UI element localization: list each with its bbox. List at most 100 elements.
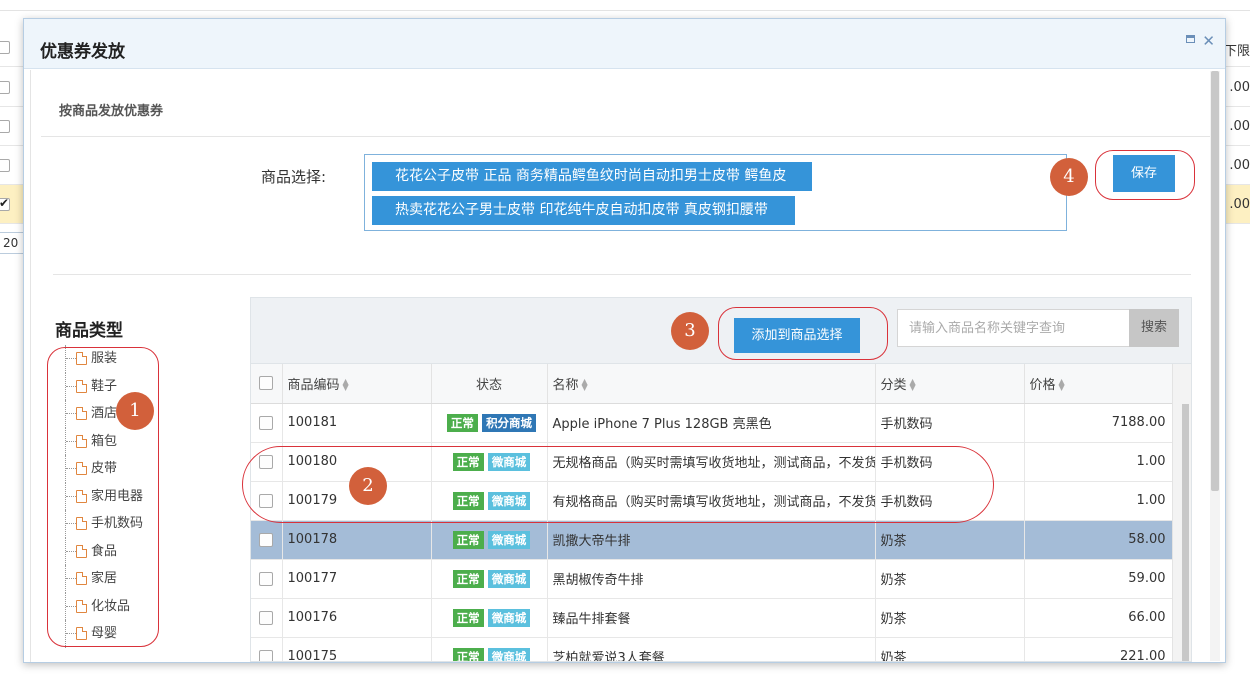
table-row[interactable]: 100181 正常 积分商城 Apple iPhone 7 Plus 128GB…	[251, 403, 1173, 443]
cell-status: 正常 微商城	[431, 598, 548, 638]
cell-price: 66.00	[1024, 598, 1173, 638]
column-header-label: 商品编码	[287, 377, 340, 393]
cell-name: 芝柏就爱说3人套餐	[547, 637, 876, 661]
cell-price: 221.00	[1024, 637, 1173, 661]
cell-name: Apple iPhone 7 Plus 128GB 亮黑色	[547, 403, 876, 443]
category-title: 商品类型	[55, 321, 123, 341]
table-row[interactable]: 100176 正常 微商城 臻品牛排套餐 奶茶 66.00	[251, 598, 1173, 638]
row-checkbox[interactable]	[259, 532, 273, 547]
maximize-icon[interactable]	[1186, 35, 1195, 43]
column-header-code[interactable]: 商品编码 ▲ ▼	[282, 364, 432, 404]
sort-icon: ▲ ▼	[909, 377, 916, 393]
select-all-cell	[251, 364, 283, 404]
close-icon[interactable]: ✕	[1202, 32, 1215, 50]
cell-name: 黑胡椒传奇牛排	[547, 559, 876, 599]
selected-product-chip[interactable]: 花花公子皮带 正品 商务精品鳄鱼纹时尚自动扣男士皮带 鳄鱼皮	[372, 162, 812, 191]
status-badge: 正常	[446, 413, 478, 432]
callout-ring-1	[47, 347, 159, 647]
cell-status: 正常 微商城	[431, 559, 548, 599]
row-checkbox[interactable]	[259, 415, 273, 430]
background-checkbox[interactable]	[0, 41, 10, 54]
cell-category: 奶茶	[875, 520, 1025, 560]
column-header-label: 分类	[880, 377, 907, 393]
channel-badge: 微商城	[487, 569, 531, 588]
sort-icon: ▲ ▼	[342, 377, 349, 393]
annotation-badge-4: 4	[1050, 158, 1088, 196]
table-row[interactable]: 100177 正常 微商城 黑胡椒传奇牛排 奶茶 59.00	[251, 559, 1173, 599]
background-cell: .00	[1229, 197, 1250, 212]
background-checkbox[interactable]	[0, 120, 10, 133]
dialog-body: 按商品发放优惠券 商品选择: 花花公子皮带 正品 商务精品鳄鱼纹时尚自动扣男士皮…	[30, 70, 1210, 662]
sort-icon: ▲ ▼	[581, 377, 588, 393]
cell-name: 凯撒大帝牛排	[547, 520, 876, 560]
background-checkbox-checked[interactable]	[0, 196, 10, 211]
cell-price: 59.00	[1024, 559, 1173, 599]
column-header-price[interactable]: 价格 ▲ ▼	[1024, 364, 1173, 404]
cell-status: 正常 微商城	[431, 637, 548, 661]
status-badge: 正常	[452, 569, 484, 588]
status-badge: 正常	[452, 608, 484, 627]
selected-products-box: 花花公子皮带 正品 商务精品鳄鱼纹时尚自动扣男士皮带 鳄鱼皮 热卖花花公子男士皮…	[364, 154, 1067, 231]
product-picker-label: 商品选择:	[261, 168, 327, 186]
page-size-select[interactable]: 20	[0, 232, 24, 254]
cell-category: 奶茶	[875, 637, 1025, 661]
background-cell: .00	[1229, 80, 1250, 95]
channel-badge: 积分商城	[482, 413, 537, 432]
selected-product-chip[interactable]: 热卖花花公子男士皮带 印花纯牛皮自动扣皮带 真皮钢扣腰带	[372, 196, 795, 225]
channel-badge: 微商城	[487, 608, 531, 627]
annotation-badge-2: 2	[349, 467, 387, 505]
cell-price: 7188.00	[1024, 403, 1173, 443]
table-row[interactable]: 100175 正常 微商城 芝柏就爱说3人套餐 奶茶 221.00	[251, 637, 1173, 661]
status-badge: 正常	[452, 530, 484, 549]
cell-price: 1.00	[1024, 481, 1173, 521]
grid-scrollbar-thumb[interactable]	[1182, 404, 1189, 661]
cell-price: 1.00	[1024, 442, 1173, 482]
column-header-status: 状态	[431, 364, 548, 404]
content-divider	[53, 274, 1191, 275]
cell-code: 100181	[282, 403, 432, 443]
coupon-dialog: 优惠券发放 ✕ 按商品发放优惠券 商品选择: 花花公子皮带 正品 商务精品鳄鱼纹…	[23, 18, 1226, 663]
cell-code: 100178	[282, 520, 432, 560]
annotation-badge-3: 3	[671, 312, 709, 350]
background-checkbox[interactable]	[0, 81, 10, 94]
section-title: 按商品发放优惠券	[59, 104, 164, 119]
add-to-selection-button[interactable]: 添加到商品选择	[734, 318, 860, 353]
cell-category: 奶茶	[875, 559, 1025, 599]
table-header-row: 商品编码 ▲ ▼ 状态 名称 ▲ ▼ 分类 ▲ ▼ 价格 ▲ ▼	[251, 364, 1173, 404]
cell-category: 奶茶	[875, 598, 1025, 638]
row-checkbox[interactable]	[259, 610, 273, 625]
background-header-text: 下限	[1223, 44, 1250, 59]
row-checkbox[interactable]	[259, 571, 273, 586]
column-header-label: 价格	[1029, 377, 1056, 393]
background-cell: .00	[1229, 158, 1250, 173]
background-checkbox[interactable]	[0, 159, 10, 172]
sort-icon: ▲ ▼	[1058, 377, 1065, 393]
row-checkbox[interactable]	[259, 649, 273, 661]
column-header-category[interactable]: 分类 ▲ ▼	[875, 364, 1025, 404]
section-divider	[41, 136, 1210, 137]
cell-status: 正常 积分商城	[431, 403, 548, 443]
cell-price: 58.00	[1024, 520, 1173, 560]
cell-code: 100176	[282, 598, 432, 638]
dialog-header: 优惠券发放 ✕	[24, 19, 1225, 69]
channel-badge: 微商城	[487, 647, 531, 661]
annotation-badge-1: 1	[116, 392, 154, 430]
column-header-name[interactable]: 名称 ▲ ▼	[547, 364, 876, 404]
cell-code: 100177	[282, 559, 432, 599]
dialog-title: 优惠券发放	[40, 42, 125, 62]
save-button[interactable]: 保存	[1113, 155, 1175, 192]
column-header-label: 状态	[475, 377, 502, 393]
cell-category: 手机数码	[875, 403, 1025, 443]
cell-code: 100175	[282, 637, 432, 661]
select-all-checkbox[interactable]	[259, 376, 273, 391]
search-button[interactable]: 搜索	[1129, 309, 1179, 347]
cell-status: 正常 微商城	[431, 520, 548, 560]
background-cell: .00	[1229, 119, 1250, 134]
dialog-scrollbar-thumb[interactable]	[1211, 71, 1219, 491]
status-badge: 正常	[452, 647, 484, 661]
table-row-highlighted[interactable]: 100178 正常 微商城 凯撒大帝牛排 奶茶 58.00	[251, 520, 1173, 560]
channel-badge: 微商城	[487, 530, 531, 549]
cell-name: 臻品牛排套餐	[547, 598, 876, 638]
product-search-input[interactable]	[897, 309, 1130, 347]
column-header-label: 名称	[552, 377, 579, 393]
